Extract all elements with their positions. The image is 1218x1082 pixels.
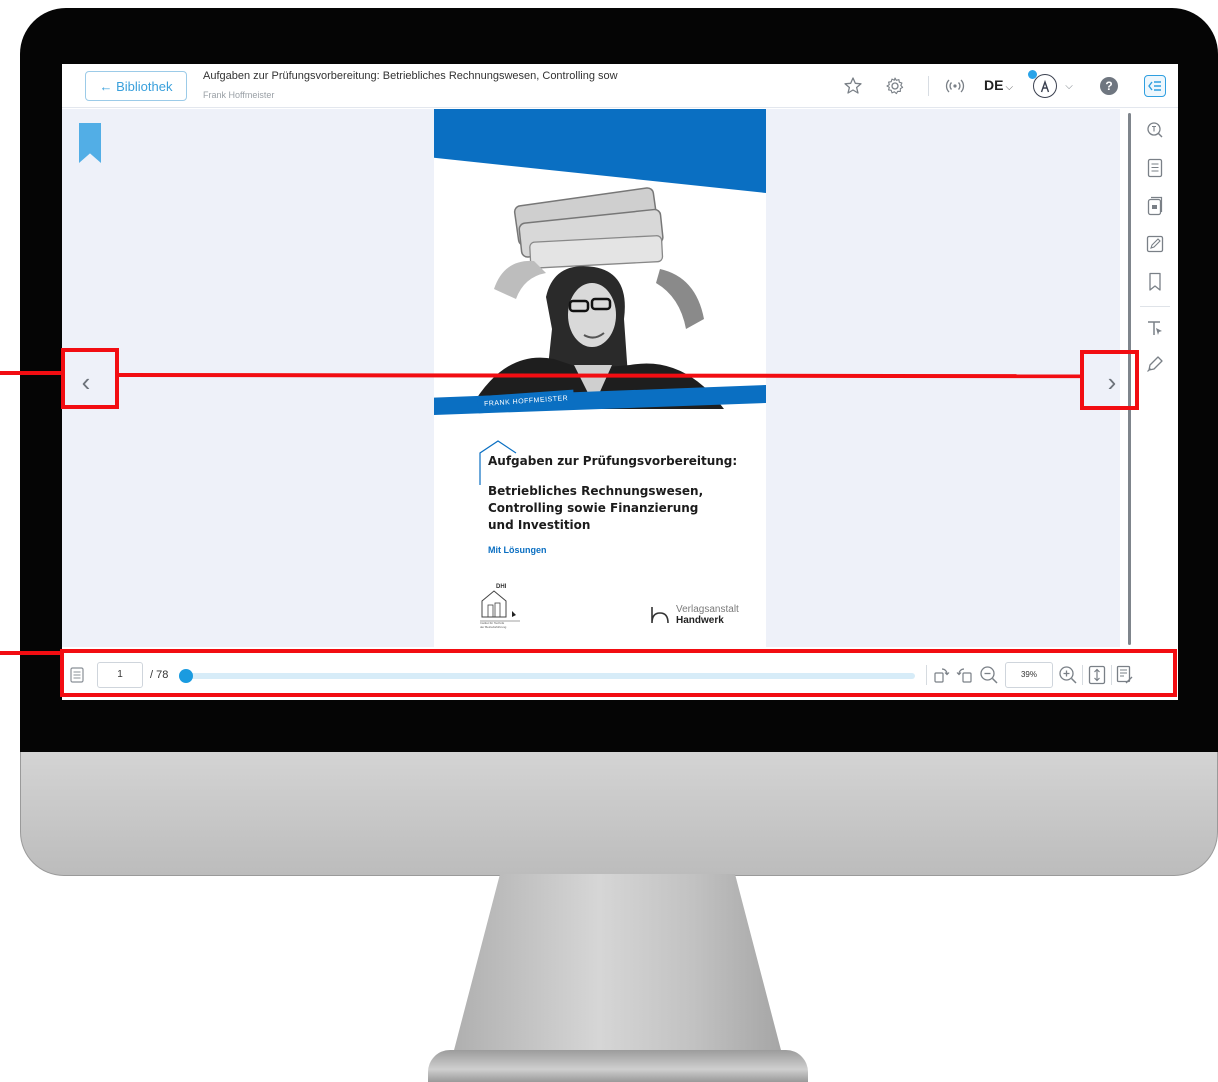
dhi-label: DHI <box>496 584 507 590</box>
annotation-toolbar-box <box>60 649 1177 697</box>
toolbar-divider <box>928 76 929 96</box>
bookmark-flag-icon[interactable] <box>79 123 101 163</box>
language-label: DE <box>984 77 1004 93</box>
dhi-caption-line-2: der Betriebsführung <box>480 625 507 629</box>
pages-icon[interactable] <box>1144 195 1166 217</box>
toc-icon[interactable] <box>1144 157 1166 179</box>
publisher-line-1: Verlagsanstalt <box>676 604 739 615</box>
search-icon[interactable] <box>1144 119 1166 141</box>
top-toolbar: ← Bibliothek Aufgaben zur Prüfungsvorber… <box>62 64 1178 108</box>
cover-title-line-3: Controlling sowie Finanzierung <box>488 501 699 515</box>
dhi-caption: Institut für Technik der Betriebsführung <box>480 621 506 629</box>
gear-icon[interactable] <box>884 75 906 97</box>
annotation-prev-box <box>61 348 119 409</box>
cover-title-line-1: Aufgaben zur Prüfungsvorbereitung: <box>488 454 738 468</box>
reader-screen: ← Bibliothek Aufgaben zur Prüfungsvorber… <box>62 64 1178 700</box>
user-avatar-button[interactable] <box>1033 74 1057 98</box>
star-icon[interactable] <box>842 75 864 97</box>
chevron-down-icon[interactable]: ⌵ <box>1062 77 1076 95</box>
language-selector[interactable]: DE ⌵ <box>984 77 1013 93</box>
book-cover-page: FRANK HOFFMEISTER Aufgaben zur Prüfungsv… <box>434 109 766 647</box>
cover-subtitle: Mit Lösungen <box>488 545 547 555</box>
rail-divider <box>1140 306 1170 307</box>
library-back-button[interactable]: ← Bibliothek <box>85 71 187 101</box>
book-title: Aufgaben zur Prüfungsvorbereitung: Betri… <box>203 70 618 82</box>
panel-toggle-button[interactable] <box>1144 75 1166 97</box>
cover-title-line-2: Betriebliches Rechnungswesen, <box>488 484 704 498</box>
text-select-icon[interactable] <box>1144 317 1166 339</box>
bookmark-icon[interactable] <box>1144 271 1166 293</box>
stage: ← Bibliothek Aufgaben zur Prüfungsvorber… <box>0 0 1218 1082</box>
pen-icon[interactable] <box>1144 353 1166 375</box>
cover-title-line-4: und Investition <box>488 518 591 532</box>
publisher-name: Verlagsanstalt Handwerk <box>676 604 739 627</box>
chevron-down-icon: ⌵ <box>1005 82 1014 93</box>
help-button[interactable]: ? <box>1100 77 1118 95</box>
panel-toggle-icon <box>1148 81 1161 91</box>
monitor-stand-base <box>428 1050 808 1082</box>
annotation-next-box <box>1080 350 1139 410</box>
notes-icon[interactable] <box>1144 233 1166 255</box>
broadcast-icon[interactable] <box>944 76 966 96</box>
publisher-logo: Verlagsanstalt Handwerk <box>648 605 739 626</box>
publisher-line-2: Handwerk <box>676 615 724 626</box>
annotation-line-left <box>0 371 61 375</box>
monitor-chin <box>20 752 1218 876</box>
annotation-line-bottom <box>0 651 60 655</box>
cover-title-block: Betriebliches Rechnungswesen, Controllin… <box>488 483 703 534</box>
publisher-mark <box>651 607 669 624</box>
book-author: Frank Hoffmeister <box>203 90 275 100</box>
user-icon <box>1040 79 1050 93</box>
